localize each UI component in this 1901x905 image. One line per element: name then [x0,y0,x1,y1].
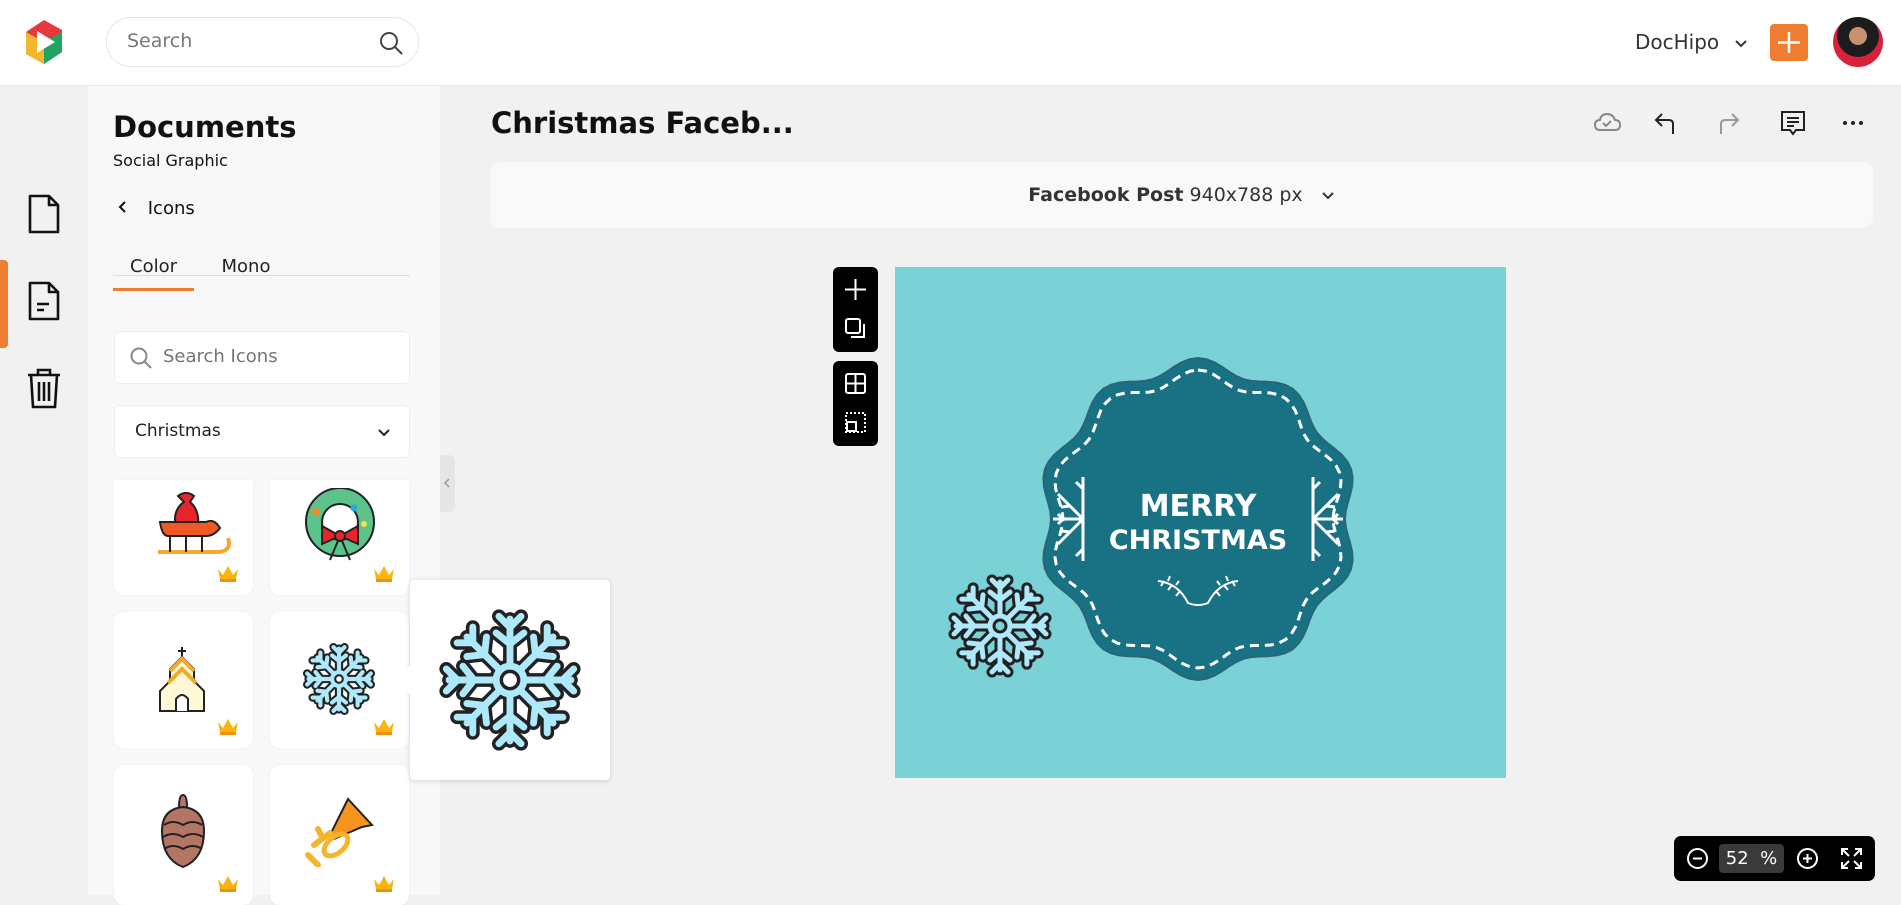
zoom-level-input[interactable]: 52 % [1719,844,1784,873]
search-icon [130,347,152,369]
icon-tile-wreath[interactable] [270,480,409,595]
create-button[interactable] [1770,24,1808,61]
workspace-name: DocHipo [1635,30,1720,54]
fullscreen-icon[interactable] [1840,847,1863,870]
chevron-left-icon [118,201,126,213]
premium-crown-icon [374,719,394,735]
document-lines-icon[interactable] [27,281,61,321]
document-title[interactable]: Christmas Faceb... [491,106,794,140]
church-icon [159,647,205,712]
plus-icon [1778,32,1800,53]
premium-crown-icon [374,876,394,892]
search-input[interactable] [127,30,367,52]
zoom-control: 52 % [1674,836,1875,881]
category-select[interactable]: Christmas [114,405,410,458]
top-bar: DocHipo [0,0,1901,86]
duplicate-page-icon[interactable] [844,317,866,339]
premium-crown-icon [218,566,238,582]
icon-tile-pinecone[interactable] [114,765,253,905]
page-tools [833,267,878,352]
badge-line1: MERRY [1140,489,1258,524]
icon-tile-sleigh[interactable] [114,480,253,595]
search-icons-input[interactable] [163,346,393,367]
format-size: 940x788 px [1189,184,1303,206]
layout-tools [833,361,878,446]
search-icon[interactable] [378,30,404,56]
tab-mono[interactable]: Mono [206,256,286,291]
zoom-in-icon[interactable] [1796,847,1819,870]
workspace-switcher[interactable]: DocHipo [1635,30,1748,54]
category-value: Christmas [135,421,221,441]
dochipo-logo[interactable] [22,18,66,66]
wreath-icon [305,488,375,561]
snowflake-icon [303,643,375,715]
zoom-unit: % [1760,848,1778,869]
grid-icon[interactable] [844,372,867,395]
tab-color[interactable]: Color [113,256,194,291]
icon-preview-popover [395,580,610,780]
zoom-out-icon[interactable] [1686,847,1709,870]
document-icon[interactable] [27,194,61,234]
format-name: Facebook Post [1028,184,1184,206]
design-artwork: MERRY CHRISTMAS [895,356,1354,682]
snowflake-preview-icon [438,608,582,752]
premium-crown-icon [374,566,394,582]
christmas-badge[interactable]: MERRY CHRISTMAS [1042,356,1354,682]
trumpet-icon [305,797,374,867]
premium-crown-icon [218,876,238,892]
panel-subtitle: Social Graphic [113,151,228,170]
panel-title: Documents [113,110,297,144]
chevron-down-icon [378,429,390,437]
icons-panel: Documents Social Graphic Icons Color Mon… [88,86,440,905]
chevron-left-icon [443,478,450,488]
zoom-value: 52 [1725,848,1749,869]
design-canvas[interactable]: MERRY CHRISTMAS [895,267,1506,778]
back-to-categories[interactable]: Icons [118,198,195,219]
format-selector[interactable]: Facebook Post 940x788 px [490,162,1873,228]
icon-tile-snowflake[interactable] [270,612,409,748]
trash-icon[interactable] [26,367,62,409]
undo-icon[interactable] [1652,108,1682,138]
redo-icon[interactable] [1712,108,1742,138]
sleigh-icon [158,492,231,554]
left-rail [0,86,88,895]
pinecone-icon [160,793,206,869]
active-indicator [0,260,8,348]
add-page-icon[interactable] [843,277,868,302]
collapse-panel-handle[interactable] [440,455,455,512]
chevron-down-icon [1734,40,1747,48]
avatar[interactable] [1833,17,1883,67]
badge-line2: CHRISTMAS [1109,525,1287,556]
chevron-down-icon [1321,192,1334,200]
icon-tile-trumpet[interactable] [270,765,409,905]
comment-icon[interactable] [1778,108,1808,138]
more-options-icon[interactable] [1838,108,1868,138]
icon-tile-church[interactable] [114,612,253,748]
snowflake-element[interactable] [954,580,1046,672]
margins-icon[interactable] [844,411,867,434]
back-label: Icons [147,198,195,219]
cloud-saved-icon [1593,112,1622,131]
premium-crown-icon [218,719,238,735]
icon-search[interactable] [114,331,410,384]
global-search[interactable] [106,17,419,67]
